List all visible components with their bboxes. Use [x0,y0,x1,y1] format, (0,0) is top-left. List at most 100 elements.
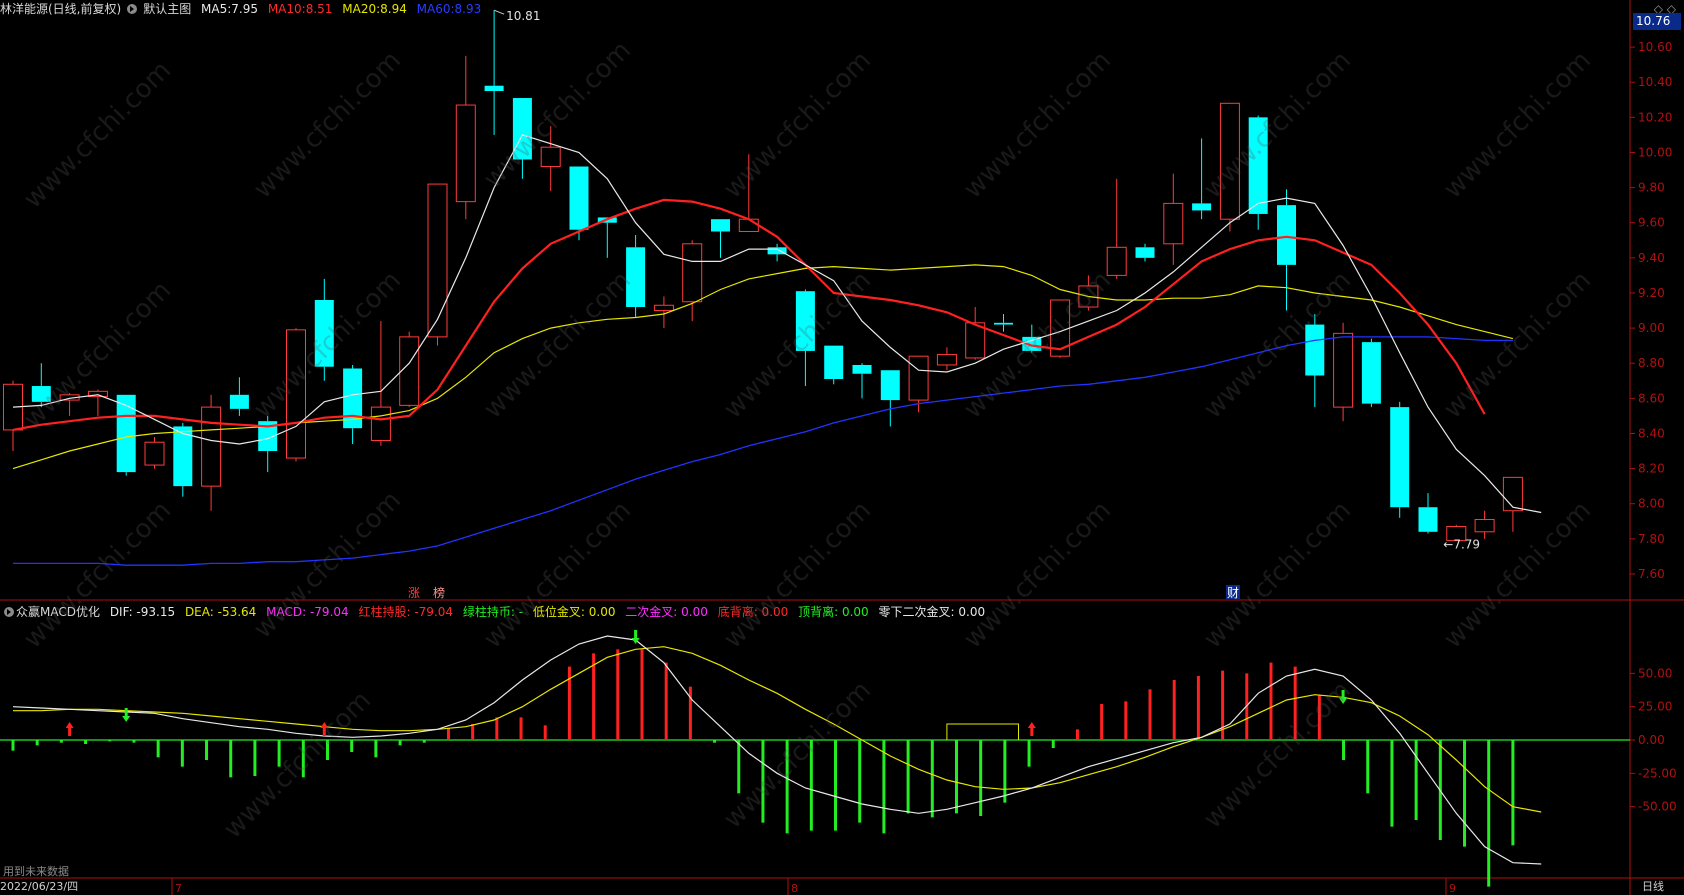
ma60-line [13,336,1513,566]
green-hold-value: 绿柱持币: - [462,605,524,619]
candle[interactable] [1474,519,1495,533]
ma10-label: MA10: [267,2,306,16]
candle[interactable] [1192,203,1212,211]
price-tick-label: 10.00 [1638,145,1672,159]
candle[interactable] [908,355,929,401]
ma5-value: 7.95 [231,2,258,16]
candle[interactable] [738,218,759,232]
candle[interactable] [1135,247,1155,258]
indicator-header: 众赢MACD优化 DIF: -93.15 DEA: -53.64 MACD: -… [0,603,991,621]
macd-tick-label: -50.00 [1638,800,1677,814]
macd-tick-label: 50.00 [1638,666,1672,680]
candle[interactable] [994,322,1013,325]
macd-tick-label: -25.00 [1638,766,1677,780]
stock-title[interactable]: 林洋能源(日线,前复权) [0,2,121,16]
ma20-label: MA20: [342,2,381,16]
low-price-label: ←7.79 [1443,538,1480,552]
candle[interactable] [711,219,730,232]
price-tick-label: 9.20 [1638,286,1665,300]
candle[interactable] [370,406,391,441]
template-name[interactable]: 默认主图 [143,2,191,16]
ma5-label: MA5: [201,2,232,16]
price-tick-label: 9.40 [1638,251,1665,265]
buy-arrow-icon [320,722,329,736]
candle[interactable] [201,406,222,487]
candle[interactable] [1106,246,1127,276]
candle[interactable] [427,183,448,338]
candle[interactable] [31,386,51,402]
future-data-note: 用到未来数据 [3,865,69,878]
candle[interactable] [1502,476,1523,512]
buy-arrow-icon [1027,722,1036,736]
candle[interactable] [824,345,844,380]
price-tick-label: 9.80 [1638,181,1665,195]
candle[interactable] [569,166,589,230]
price-tick-label: 8.20 [1638,462,1665,476]
candle[interactable] [144,441,165,466]
candle[interactable] [626,247,646,308]
main-chart-header: 林洋能源(日线,前复权) 默认主图 MA5:7.95 MA10:8.51 MA20… [0,0,487,18]
price-tick-label: 8.80 [1638,356,1665,370]
candle[interactable] [399,336,420,406]
ma60-label: MA60: [416,2,455,16]
price-tick-label: 7.60 [1638,567,1665,581]
signal-box [946,723,1019,740]
candle[interactable] [1277,205,1296,265]
ma5-line [12,134,1542,514]
month-label: 7 [175,882,182,895]
candle[interactable] [116,394,136,473]
candle[interactable] [1219,102,1240,220]
candle[interactable] [540,146,561,168]
indicator-name[interactable]: 众赢MACD优化 [16,605,100,619]
price-tick-label: 10.60 [1638,40,1672,54]
current-date: 2022/06/23/四 [0,880,79,893]
high-price-label: 10.81 [506,9,540,23]
current-price-tag: 10.76 [1633,13,1681,30]
candle[interactable] [795,291,815,351]
kline-chart[interactable]: 10.60 10.40 10.20 10.00 9.80 9.60 9.40 9.20 9.00… [0,0,1684,895]
macd-tick-label: 0.00 [1638,733,1665,747]
candle[interactable] [229,394,249,409]
red-hold-value: 红柱持股: -79.04 [358,605,454,619]
below-zero-cross-value: 零下二次金叉: 0.00 [878,605,986,619]
high-marker [493,9,505,15]
event-tag[interactable]: 榜 [433,585,445,600]
candle[interactable] [1361,342,1381,404]
price-tick-label: 9.60 [1638,216,1665,230]
event-tag[interactable]: 财 [1227,586,1239,600]
month-label: 9 [1449,882,1456,895]
template-dropdown-icon[interactable] [127,4,138,14]
candle[interactable] [1333,332,1354,408]
candle[interactable] [1418,507,1438,532]
bottom-divergence-value: 底背离: 0.00 [717,605,789,619]
candle[interactable] [484,85,504,92]
candle[interactable] [455,104,476,203]
price-tick-label: 10.20 [1638,110,1672,124]
candle[interactable] [653,304,674,312]
dea-line [13,646,1542,813]
candle[interactable] [852,364,872,374]
candle[interactable] [512,98,532,160]
candle[interactable] [1390,407,1410,508]
ma60-value: 8.93 [454,2,482,16]
indicator-dropdown-icon[interactable] [4,607,14,617]
candle[interactable] [1305,324,1325,376]
price-tick-label: 10.40 [1638,75,1672,89]
price-tick-label: 8.00 [1638,497,1665,511]
candle[interactable] [314,299,334,367]
month-label: 8 [791,882,798,895]
dif-value: DIF: -93.15 [109,605,176,619]
event-tag[interactable]: 涨 [408,585,420,600]
macd-tick-label: 25.00 [1638,700,1672,714]
candle[interactable] [1163,202,1184,245]
dea-value: DEA: -53.64 [184,605,257,619]
ma20-value: 8.94 [380,2,407,16]
low-cross-value: 低位金叉: 0.00 [532,605,616,619]
candle[interactable] [286,329,306,459]
candle[interactable] [936,353,957,366]
candle[interactable] [880,370,900,401]
candle[interactable] [682,243,703,303]
period-label[interactable]: 日线 [1642,880,1664,894]
candle[interactable] [1248,117,1268,214]
dif-line [12,635,1542,865]
